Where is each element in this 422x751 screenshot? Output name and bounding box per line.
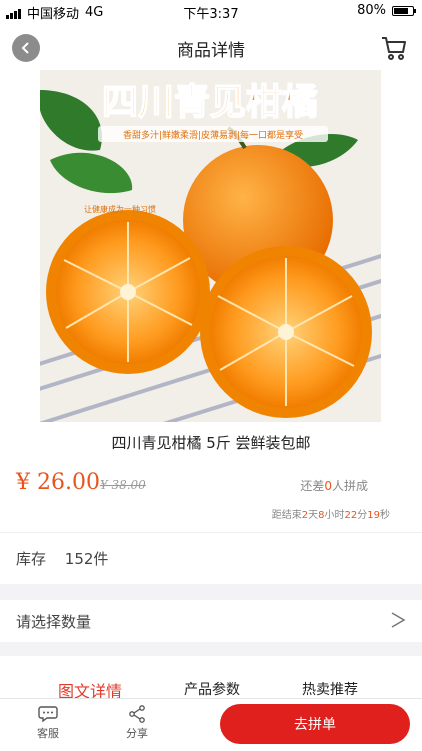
share-icon	[129, 705, 145, 723]
stock-label: 库存	[16, 550, 47, 568]
battery-fill	[394, 7, 409, 14]
countdown-minutes: 22	[344, 510, 358, 521]
cart-icon	[382, 37, 406, 60]
countdown-prefix: 距结束	[271, 510, 302, 521]
quantity-selector[interactable]: 请选择数量	[0, 600, 422, 642]
product-image[interactable]: 四川青见柑橘 香甜多汁|鲜嫩柔滑|皮薄易剥|每一口都是享受 让健康成为一种习惯	[40, 70, 381, 422]
countdown: 距结束2天8小时22分19秒	[272, 506, 390, 521]
share-label: 分享	[126, 727, 148, 740]
bottom-bar: 客服 分享 去拼单	[0, 698, 422, 751]
image-note: 让健康成为一种习惯	[84, 204, 156, 214]
countdown-seconds-unit: 秒	[380, 510, 390, 521]
countdown-days-unit: 天	[308, 510, 319, 521]
service-button[interactable]: 客服	[28, 705, 68, 741]
countdown-minutes-unit: 分	[357, 510, 368, 521]
price-row: ¥ 26.00 ¥ 38.00 还差0人拼成	[16, 470, 406, 500]
group-count: 0	[324, 479, 332, 493]
chat-icon	[38, 706, 58, 723]
section-gap	[0, 584, 422, 600]
battery-icon	[392, 5, 416, 16]
group-status: 还差0人拼成	[300, 477, 368, 494]
original-price: ¥ 38.00	[100, 478, 146, 492]
image-tagline: 香甜多汁|鲜嫩柔滑|皮薄易剥|每一口都是享受	[123, 129, 303, 141]
stock-value: 152件	[64, 550, 109, 568]
quantity-label: 请选择数量	[16, 613, 92, 631]
status-bar: 中国移动 4G 下午3:37 80%	[0, 0, 422, 22]
divider	[0, 532, 422, 533]
countdown-seconds: 19	[367, 510, 380, 521]
stock-row: 库存 152件	[16, 548, 108, 569]
group-suffix: 人拼成	[331, 479, 368, 493]
product-name: 四川青见柑橘 5斤 尝鲜装包邮	[111, 434, 311, 452]
tab-hot-recommend[interactable]: 热卖推荐	[302, 679, 358, 699]
chevron-right-icon	[391, 612, 406, 628]
section-gap	[0, 642, 422, 656]
status-right: 80%	[357, 3, 416, 18]
join-group-button[interactable]: 去拼单	[220, 704, 410, 744]
service-label: 客服	[37, 727, 59, 740]
share-button[interactable]: 分享	[117, 705, 157, 741]
battery-percent: 80%	[357, 3, 386, 18]
current-price: ¥ 26.00	[16, 470, 100, 495]
group-prefix: 还差	[300, 479, 325, 493]
tab-product-params[interactable]: 产品参数	[184, 679, 240, 699]
cart-button[interactable]	[380, 34, 408, 62]
page-title: 商品详情	[177, 41, 245, 61]
product-photo: 四川青见柑橘 香甜多汁|鲜嫩柔滑|皮薄易剥|每一口都是享受 让健康成为一种习惯	[40, 70, 381, 422]
countdown-hours-unit: 小时	[324, 510, 345, 521]
nav-bar: 商品详情	[0, 22, 422, 74]
image-title: 四川青见柑橘	[102, 81, 318, 122]
